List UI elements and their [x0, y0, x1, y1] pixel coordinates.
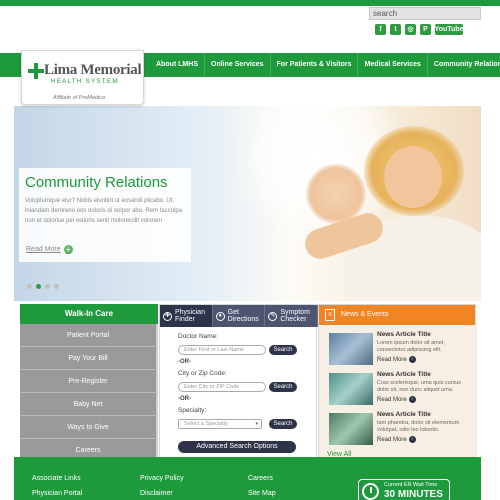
news-article: News Article Title Cras scelerisque, uma…	[329, 371, 474, 409]
youtube-icon[interactable]: YouTube	[435, 23, 463, 35]
news-read-more[interactable]: Read More ›	[377, 436, 416, 443]
news-thumbnail[interactable]	[329, 413, 373, 445]
nav-item-medical-services[interactable]: Medical Services	[358, 53, 428, 77]
specialty-select[interactable]: Select a Specialty ▾	[178, 419, 262, 429]
cross-icon	[28, 63, 44, 79]
arrow-right-icon: ›	[408, 356, 416, 363]
nav-item-patients-visitors[interactable]: For Patients & Visitors	[271, 53, 359, 77]
news-events-title: News & Events	[341, 311, 389, 318]
read-more-link[interactable]: Read More +	[26, 245, 73, 254]
logo-affiliate: Affiliate of ProMedica	[53, 95, 105, 101]
news-read-more[interactable]: Read More ›	[377, 356, 416, 363]
or-separator: -OR-	[178, 396, 191, 402]
quick-link-pay-bill[interactable]: Pay Your Bill	[20, 347, 158, 370]
doctor-name-label: Doctor Name:	[178, 333, 219, 340]
newspaper-icon: ≡	[325, 309, 335, 321]
search-input[interactable]: search	[369, 7, 481, 20]
logo-name: Lima Memorial	[44, 62, 142, 78]
slider-dot[interactable]	[54, 284, 59, 289]
advanced-search-button[interactable]: Advanced Search Options	[178, 441, 296, 453]
tab-label: Physician Finder	[175, 309, 205, 323]
plus-icon: +	[63, 245, 73, 254]
news-article-title[interactable]: News Article Title	[377, 331, 431, 338]
slider-dot-active[interactable]	[36, 284, 41, 289]
or-separator: -OR-	[178, 359, 191, 365]
footer-link-disclaimer[interactable]: Disclaimer	[140, 490, 173, 497]
nav-item-online-services[interactable]: Online Services	[205, 53, 271, 77]
news-article-title[interactable]: News Article Title	[377, 411, 431, 418]
pinterest-icon[interactable]: P	[420, 23, 431, 35]
news-read-more-label: Read More	[377, 356, 407, 363]
slider-dot[interactable]	[45, 284, 50, 289]
tab-symptom-checker[interactable]: ✎ Symptom Checker	[265, 305, 319, 327]
city-search-button[interactable]: Search	[269, 382, 297, 392]
footer-link-physician-portal[interactable]: Physician Portal	[32, 490, 82, 497]
clock-icon	[362, 483, 379, 500]
hero-text: Voluptumque elur? Nobis eiuntint ut eosa…	[25, 198, 183, 224]
top-stripe	[0, 0, 500, 6]
specialty-value: Select a Specialty	[184, 421, 228, 427]
hero-photo-face	[384, 146, 442, 208]
er-wait-label: Current ER Wait Time	[384, 482, 438, 488]
tab-physician-finder[interactable]: ✚ Physician Finder	[160, 305, 213, 327]
footer-link-careers[interactable]: Careers	[248, 475, 273, 482]
tab-label: Symptom Checker	[280, 309, 310, 323]
news-article-text: Iam pharetra, dolor sit elementum volutp…	[377, 420, 460, 433]
arrow-right-icon: ›	[408, 396, 416, 403]
physician-finder-panel: ✚ Physician Finder ● Get Directions ✎ Sy…	[159, 304, 319, 464]
er-wait-value: 30 MINUTES	[384, 489, 443, 500]
news-read-more[interactable]: Read More ›	[377, 396, 416, 403]
footer-link-sitemap[interactable]: Site Map	[248, 490, 276, 497]
quick-link-pre-register[interactable]: Pre-Register	[20, 370, 158, 393]
map-pin-icon: ●	[215, 311, 225, 321]
arrow-right-icon: ›	[408, 436, 416, 443]
news-article-text: Cras scelerisque, uma quis cursus dolor …	[377, 380, 462, 393]
hero-caption: Community Relations Voluptumque elur? No…	[19, 168, 191, 262]
slider-dots	[27, 284, 59, 289]
news-read-more-label: Read More	[377, 436, 407, 443]
nav-item-community-relations[interactable]: Community Relations	[428, 53, 500, 77]
tab-label: Get Directions	[227, 309, 259, 323]
er-wait-time: Current ER Wait Time 30 MINUTES	[358, 479, 450, 500]
quick-links-panel: Walk-In Care Patient Portal Pay Your Bil…	[20, 304, 158, 464]
news-thumbnail[interactable]	[329, 373, 373, 405]
news-article: News Article Title Lorem ipsum dolor sit…	[329, 331, 474, 369]
specialty-search-button[interactable]: Search	[269, 419, 297, 429]
city-zip-input[interactable]: Enter City or ZIP Code	[178, 382, 266, 392]
news-events-panel: ≡ News & Events News Article Title Lorem…	[318, 304, 477, 465]
doctor-search-button[interactable]: Search	[269, 345, 297, 355]
site-logo[interactable]: Lima Memorial HEALTH SYSTEM Affiliate of…	[21, 50, 144, 105]
city-zip-label: City or Zip Code:	[178, 370, 227, 377]
instagram-icon[interactable]: ◎	[405, 23, 416, 35]
specialty-label: Specialty:	[178, 407, 207, 414]
doctor-name-input[interactable]: Enter First or Last Name	[178, 345, 266, 355]
news-article-title[interactable]: News Article Title	[377, 371, 431, 378]
slider-dot[interactable]	[27, 284, 32, 289]
chevron-down-icon: ▾	[255, 421, 258, 427]
read-more-label: Read More	[26, 246, 61, 253]
footer-link-associate[interactable]: Associate Links	[32, 475, 81, 482]
tab-get-directions[interactable]: ● Get Directions	[212, 305, 266, 327]
news-thumbnail[interactable]	[329, 333, 373, 365]
bandage-icon: ✎	[268, 311, 278, 321]
quick-link-ways-to-give[interactable]: Ways to Give	[20, 416, 158, 439]
walkin-care-button[interactable]: Walk-In Care	[20, 304, 158, 324]
twitter-icon[interactable]: t	[390, 23, 401, 35]
news-article: News Article Title Iam pharetra, dolor s…	[329, 411, 474, 449]
social-links: f t ◎ P YouTube	[375, 22, 463, 36]
nav-item-about[interactable]: About LMHS	[150, 53, 205, 77]
footer: Associate Links Privacy Policy Careers P…	[14, 457, 481, 500]
facebook-icon[interactable]: f	[375, 23, 386, 35]
footer-link-privacy[interactable]: Privacy Policy	[140, 475, 184, 482]
stethoscope-icon: ✚	[163, 311, 172, 321]
news-events-header: ≡ News & Events	[319, 305, 475, 325]
logo-subtitle: HEALTH SYSTEM	[51, 79, 119, 85]
news-read-more-label: Read More	[377, 396, 407, 403]
hero-title: Community Relations	[25, 174, 168, 191]
quick-link-patient-portal[interactable]: Patient Portal	[20, 324, 158, 347]
quick-link-baby-net[interactable]: Baby Net	[20, 393, 158, 416]
news-article-text: Lorem ipsum dolor sit amet, consectetur …	[377, 340, 445, 353]
